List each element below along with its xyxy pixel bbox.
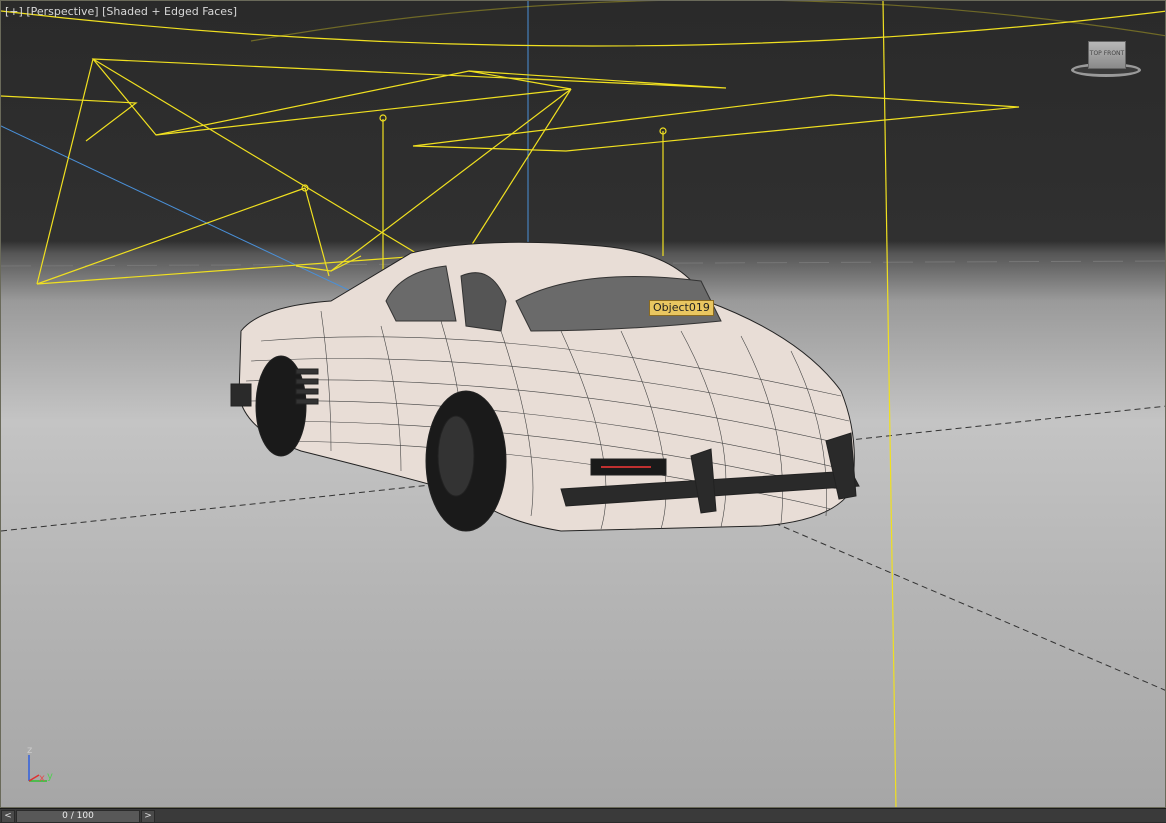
time-slider[interactable]: 0 / 100 bbox=[16, 810, 140, 823]
viewport-label: [+] [Perspective] [Shaded + Edged Faces] bbox=[5, 5, 237, 18]
viewport-menu-button[interactable]: [+] bbox=[5, 5, 23, 18]
axis-x-label: x bbox=[39, 773, 45, 784]
scene-canvas[interactable] bbox=[1, 1, 1166, 808]
prev-frame-button[interactable]: < bbox=[1, 810, 15, 823]
axis-tripod-icon: z x y bbox=[27, 745, 53, 784]
viewcube-face[interactable]: TOP FRONT bbox=[1088, 41, 1126, 69]
viewcube-icon[interactable]: TOP FRONT bbox=[1069, 39, 1145, 83]
axis-y-label: y bbox=[47, 771, 53, 782]
time-slider-bar: < 0 / 100 > bbox=[0, 808, 1166, 823]
axis-z-label: z bbox=[27, 745, 32, 756]
car-model bbox=[230, 241, 860, 532]
viewport-shading-button[interactable]: [Shaded + Edged Faces] bbox=[102, 5, 237, 18]
object-tooltip: Object019 bbox=[649, 300, 714, 316]
next-frame-button[interactable]: > bbox=[141, 810, 155, 823]
viewport-view-button[interactable]: [Perspective] bbox=[26, 5, 98, 18]
perspective-viewport[interactable]: [+] [Perspective] [Shaded + Edged Faces]… bbox=[0, 0, 1166, 808]
